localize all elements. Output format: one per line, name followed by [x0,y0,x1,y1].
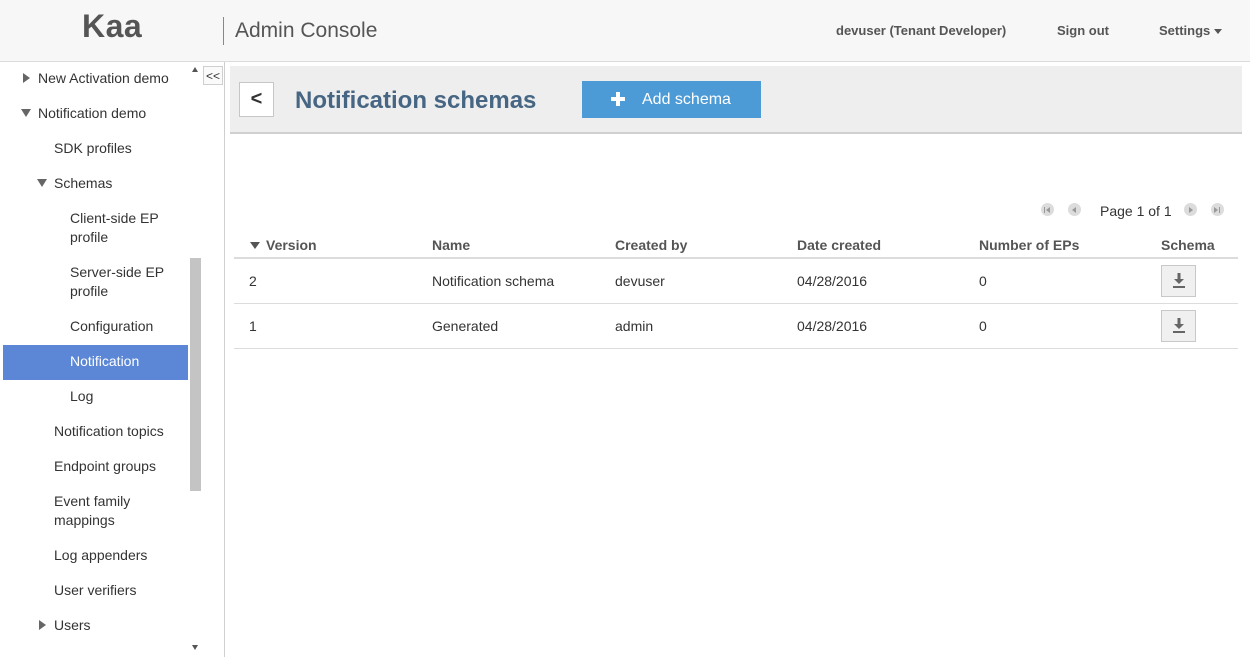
main-content: < Notification schemas Add schema Page 1… [226,62,1250,657]
collapse-down-icon[interactable] [37,179,47,187]
sort-descending-icon[interactable] [250,242,260,249]
chevron-down-icon [1214,29,1223,35]
sidebar-item-server-side-ep-profile[interactable]: Server-side EP profile [70,263,164,301]
cell-date-created: 04/28/2016 [797,318,868,334]
cell-number-of-eps: 0 [979,318,987,334]
download-schema-button[interactable] [1161,310,1196,342]
collapse-down-icon[interactable] [21,109,31,117]
app-title: Admin Console [235,19,378,42]
settings-label: Settings [1159,23,1211,38]
sign-out-link[interactable]: Sign out [1057,23,1109,38]
cell-number-of-eps: 0 [979,273,987,289]
cell-created-by: admin [615,318,654,334]
cell-version: 2 [249,273,257,289]
column-header-number-of-eps[interactable]: Number of EPs [979,237,1079,253]
sidebar-item-new-activation-demo[interactable]: New Activation demo [38,69,169,88]
cell-name: Notification schema [432,273,555,289]
expand-right-icon[interactable] [23,73,30,83]
expand-right-icon[interactable] [39,620,46,630]
sidebar-item-event-family-mappings[interactable]: Event family mappings [54,492,130,530]
sidebar-item-configuration[interactable]: Configuration [70,317,153,336]
scroll-up-arrow-icon[interactable] [192,67,198,72]
sidebar-item-user-verifiers[interactable]: User verifiers [54,581,136,600]
sidebar: New Activation demo Notification demo SD… [0,62,225,657]
column-header-date-created[interactable]: Date created [797,237,881,253]
add-schema-label: Add schema [642,91,731,108]
pagination: Page 1 of 1 [1041,201,1231,221]
cell-name: Generated [432,318,499,334]
page-indicator: Page 1 of 1 [1100,203,1172,219]
sidebar-item-notification[interactable]: Notification [70,352,139,371]
sidebar-item-log-appenders[interactable]: Log appenders [54,546,147,565]
download-icon [1173,318,1185,333]
sidebar-item-endpoint-groups[interactable]: Endpoint groups [54,457,156,476]
previous-page-icon[interactable] [1068,203,1081,216]
back-button[interactable]: < [239,82,274,117]
download-icon [1173,273,1185,288]
next-page-icon[interactable] [1184,203,1197,216]
table-row[interactable]: 2 Notification schema devuser 04/28/2016… [234,259,1238,304]
first-page-icon[interactable] [1041,203,1054,216]
cell-version: 1 [249,318,257,334]
page-toolbar: < Notification schemas Add schema [230,66,1242,134]
sidebar-item-client-side-ep-profile[interactable]: Client-side EP profile [70,209,159,247]
current-user: devuser (Tenant Developer) [836,23,1007,38]
collapse-sidebar-button[interactable]: << [203,66,223,85]
settings-menu[interactable]: Settings [1159,23,1223,38]
last-page-icon[interactable] [1211,203,1224,216]
kaa-logo[interactable]: Kaa [82,8,142,45]
top-header: Kaa Admin Console devuser (Tenant Develo… [0,0,1250,62]
cell-created-by: devuser [615,273,665,289]
column-header-version[interactable]: Version [266,237,317,253]
sidebar-scroll-thumb[interactable] [190,258,201,491]
download-schema-button[interactable] [1161,265,1196,297]
column-header-name[interactable]: Name [432,237,470,253]
sidebar-item-schemas[interactable]: Schemas [54,174,112,193]
column-header-schema[interactable]: Schema [1161,237,1215,253]
column-header-created-by[interactable]: Created by [615,237,687,253]
sidebar-item-notification-demo[interactable]: Notification demo [38,104,146,123]
cell-date-created: 04/28/2016 [797,273,868,289]
sidebar-item-users[interactable]: Users [54,616,91,635]
page-title: Notification schemas [295,87,537,114]
sidebar-item-log[interactable]: Log [70,387,93,406]
header-divider [223,17,224,45]
sidebar-item-sdk-profiles[interactable]: SDK profiles [54,139,132,158]
scroll-down-arrow-icon[interactable] [192,645,198,650]
plus-icon [611,92,625,106]
add-schema-button[interactable]: Add schema [582,81,761,118]
table-row[interactable]: 1 Generated admin 04/28/2016 0 [234,304,1238,349]
sidebar-item-notification-topics[interactable]: Notification topics [54,422,164,441]
